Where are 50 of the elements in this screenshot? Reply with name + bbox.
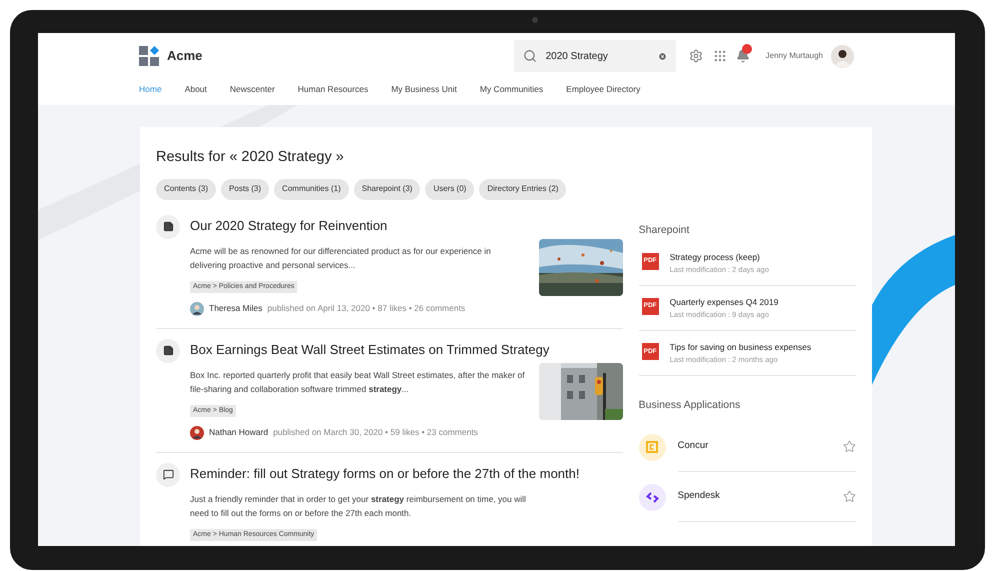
nav-tab[interactable]: Human Resources — [298, 83, 368, 96]
author-name[interactable]: Theresa Miles — [209, 302, 262, 316]
camera-icon — [532, 17, 538, 23]
user-name[interactable]: Jenny Murtaugh — [766, 50, 823, 62]
result-excerpt: Just a friendly reminder that in order to get your strategy reimbursement on time, you will need to fill out the forms on or before the 27th each month. — [190, 492, 527, 520]
nav-tab[interactable]: Employee Directory — [566, 83, 640, 96]
section-heading: Sharepoint — [638, 222, 690, 238]
logo-icon — [139, 46, 159, 66]
app-logo-icon — [638, 484, 666, 510]
app-logo-icon — [638, 434, 666, 460]
app-name[interactable]: Concur — [678, 439, 843, 454]
result-title[interactable]: Reminder: fill out Strategy forms on or before the 27th of the month! — [190, 464, 623, 483]
filter-chip[interactable]: Sharepoint (3) — [354, 178, 420, 200]
author-name[interactable]: Nathan Howard — [209, 426, 268, 440]
apps-grid-icon[interactable] — [712, 49, 727, 63]
filter-chip[interactable]: Communities (1) — [274, 178, 349, 200]
filter-chip[interactable]: Posts (3) — [221, 178, 270, 200]
author-avatar — [190, 426, 204, 440]
section-heading: Business Applications — [638, 398, 742, 414]
favorite-star-icon[interactable] — [843, 490, 856, 503]
post-meta: published on April 13, 2020 • 87 likes • 26 comments — [267, 302, 466, 316]
filter-chip[interactable]: Directory Entries (2) — [479, 178, 566, 200]
result-title[interactable]: Our 2020 Strategy for Reinvention — [190, 216, 623, 235]
result-excerpt: Acme will be as renowned for our differenciated product as for our experience in delivering proactive and personal services... — [190, 244, 492, 272]
file-name[interactable]: Quarterly expenses Q4 2019 — [670, 296, 778, 309]
nav-tab[interactable]: About — [184, 83, 207, 96]
favorite-star-icon[interactable] — [843, 440, 856, 453]
filter-chip[interactable]: Contents (3) — [156, 178, 216, 200]
result-excerpt: Box Inc. reported quarterly profit that easily beat Wall Street estimates, after the maker of file-sharing and collaboration software trimmed strategy... — [190, 368, 525, 396]
user-avatar[interactable] — [831, 44, 854, 68]
app-name[interactable]: Spendesk — [678, 489, 843, 504]
file-name[interactable]: Strategy process (keep) — [670, 250, 769, 264]
results-heading: Results for « 2020 Strategy » — [156, 148, 345, 167]
post-icon — [156, 462, 180, 487]
clear-icon[interactable] — [658, 52, 667, 60]
search-input[interactable]: 2020 Strategy — [546, 48, 649, 64]
author-avatar — [190, 302, 204, 316]
brand-name[interactable]: Acme — [167, 46, 202, 66]
nav-tab[interactable]: My Business Unit — [391, 83, 457, 96]
result-title[interactable]: Box Earnings Beat Wall Street Estimates on Trimmed Strategy — [190, 340, 623, 359]
post-meta: published on March 30, 2020 • 59 likes • 23 comments — [273, 426, 478, 440]
nav-tab[interactable]: My Communities — [480, 83, 544, 96]
filter-chip[interactable]: Users (0) — [425, 178, 474, 200]
search-field[interactable]: 2020 Strategy — [514, 40, 676, 72]
article-icon — [156, 338, 180, 363]
nav-tab[interactable]: Newscenter — [230, 83, 275, 96]
file-name[interactable]: Tips for saving on business expenses — [670, 341, 812, 354]
article-icon — [156, 214, 180, 239]
search-icon — [522, 49, 537, 63]
settings-icon[interactable] — [688, 49, 703, 63]
